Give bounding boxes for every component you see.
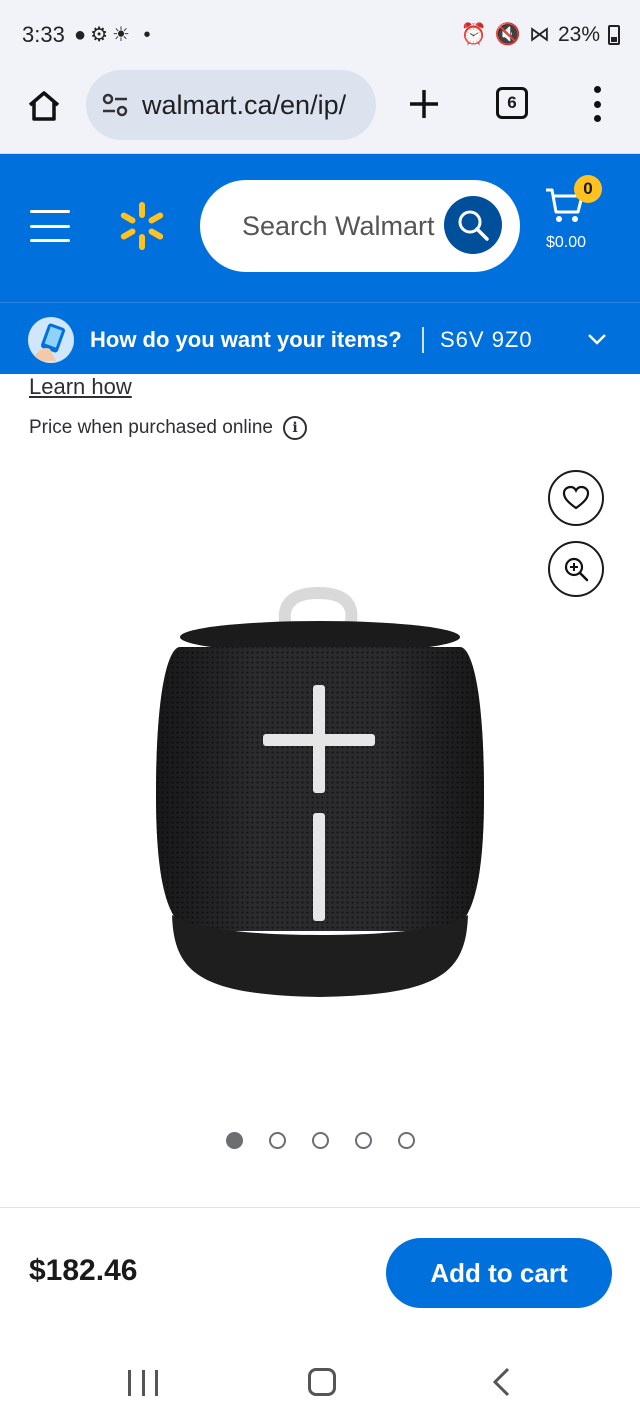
add-to-cart-button[interactable]: Add to cart	[386, 1238, 612, 1308]
info-icon[interactable]: i	[283, 416, 307, 440]
carousel-dot-1[interactable]	[226, 1132, 243, 1149]
status-time: 3:33	[22, 22, 65, 47]
chevron-down-icon[interactable]	[586, 331, 608, 347]
fulfillment-selector[interactable]: How do you want your items? S6V 9Z0	[0, 302, 640, 374]
zoom-in-icon	[564, 557, 589, 582]
signal-icon: ⋈	[528, 23, 550, 46]
battery-text: 23%	[557, 22, 600, 46]
alarm-icon: ⏰	[460, 22, 487, 46]
tab-switcher-button[interactable]: 6	[496, 87, 528, 119]
hamburger-menu-icon[interactable]	[30, 210, 70, 242]
status-bar: 3:33 ●⚙☀ • ⏰ 🔇 ⋈ 23%	[0, 0, 640, 70]
search-input[interactable]: Search Walmart	[200, 180, 520, 272]
price-note-text: Price when purchased online	[29, 417, 273, 438]
cart-button[interactable]: 0 $0.00	[540, 175, 610, 258]
search-placeholder: Search Walmart	[242, 210, 435, 241]
carousel-dot-3[interactable]	[312, 1132, 329, 1149]
back-icon[interactable]	[490, 1366, 514, 1398]
heart-icon	[562, 485, 590, 510]
carousel-dot-2[interactable]	[269, 1132, 286, 1149]
zoom-image-button[interactable]	[548, 541, 604, 597]
divider	[422, 327, 424, 353]
home-button[interactable]	[22, 84, 66, 128]
product-image[interactable]	[150, 585, 490, 1005]
url-text: walmart.ca/en/ip/	[142, 89, 347, 120]
price-note: Price when purchased online i	[29, 416, 307, 440]
fulfillment-prompt: How do you want your items?	[90, 327, 402, 352]
cart-total: $0.00	[546, 234, 587, 251]
notification-icons: ●⚙☀ •	[74, 24, 155, 46]
address-bar[interactable]: walmart.ca/en/ip/	[86, 70, 376, 140]
overflow-menu-icon[interactable]	[582, 82, 612, 126]
image-carousel-dots	[226, 1132, 415, 1149]
cart-count-badge: 0	[574, 175, 602, 203]
walmart-spark-icon[interactable]	[116, 200, 168, 252]
site-settings-icon[interactable]	[100, 90, 130, 120]
battery-icon	[608, 24, 620, 45]
new-tab-button[interactable]	[402, 82, 446, 126]
search-button[interactable]	[444, 196, 502, 254]
status-right: ⏰ 🔇 ⋈ 23%	[461, 22, 620, 47]
browser-toolbar: walmart.ca/en/ip/ 6	[0, 70, 640, 154]
add-to-favorites-button[interactable]	[548, 470, 604, 526]
walmart-header: Search Walmart 0 $0.00	[0, 154, 640, 302]
carousel-dot-5[interactable]	[398, 1132, 415, 1149]
mute-icon: 🔇	[494, 22, 521, 46]
home-icon	[28, 91, 60, 121]
postal-code: S6V 9Z0	[440, 327, 533, 352]
new-tab-icon	[410, 90, 438, 118]
carousel-dot-4[interactable]	[355, 1132, 372, 1149]
product-price: $182.46	[29, 1254, 138, 1287]
tab-count: 6	[507, 93, 517, 112]
recent-apps-button[interactable]	[128, 1370, 158, 1396]
search-icon	[458, 210, 489, 241]
sticky-footer-divider	[0, 1207, 640, 1208]
delivery-illustration	[28, 317, 74, 363]
learn-how-link[interactable]: Learn how	[29, 374, 132, 400]
system-nav-bar	[0, 1340, 640, 1422]
system-home-button[interactable]	[308, 1368, 336, 1396]
